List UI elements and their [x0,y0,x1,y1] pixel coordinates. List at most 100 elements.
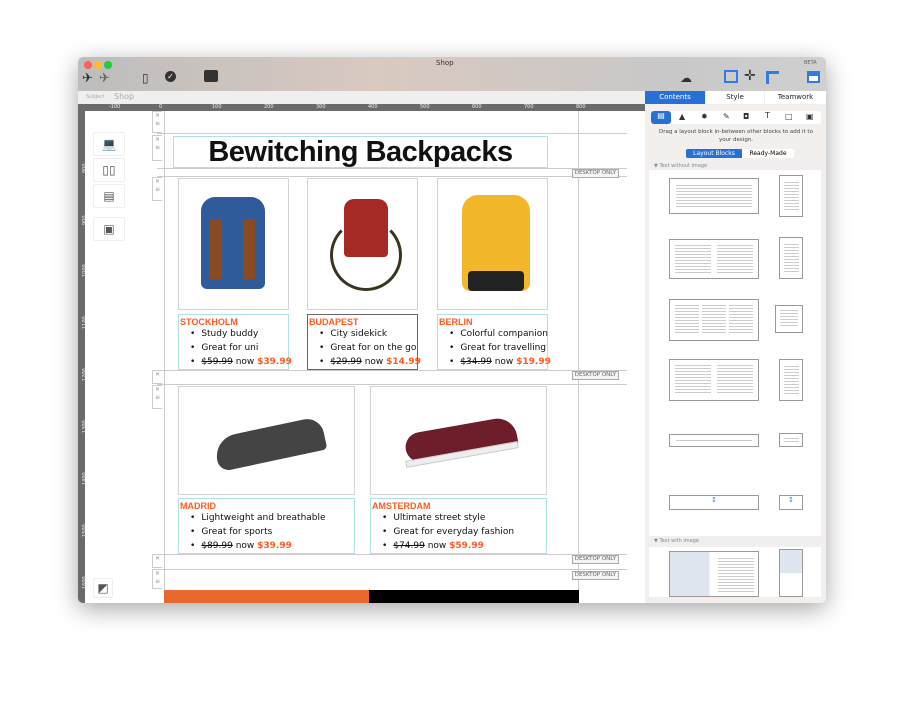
document-view-button[interactable]: ▤ [93,184,125,208]
new-price: $14.99 [386,357,421,367]
product-image-berlin[interactable] [437,178,548,310]
spacer-thumb[interactable]: ↕ [669,495,759,510]
subject-label: Subject [86,94,105,100]
publish-icon[interactable]: ✈ [99,71,110,86]
feature: Colorful companion [449,327,548,341]
layout-thumb[interactable] [779,433,803,447]
block-handle[interactable]: ✕ ≡ [152,135,162,161]
black-banner-block[interactable] [369,590,579,603]
product-image-budapest[interactable] [307,178,418,310]
layout-thumb[interactable] [779,237,803,279]
blocks-list[interactable]: ▼ Text without image ↕ ↕ ▼ Text with ima… [649,161,821,545]
now-label: now [364,357,384,367]
close-button[interactable] [84,61,92,69]
segment-layout-blocks[interactable]: Layout Blocks [686,149,742,158]
tab-style[interactable]: Style [706,91,764,104]
product-card-madrid[interactable]: MADRID Lightweight and breathableGreat f… [178,498,355,554]
block-handle[interactable]: ✕ ≡ [152,569,162,589]
layout-thumb[interactable] [669,299,759,341]
block-handle[interactable]: ✕ [152,370,162,384]
layout-thumb[interactable] [779,175,803,217]
layout-thumb[interactable] [669,551,759,597]
layout-icon[interactable] [724,70,738,83]
mobile-view-button[interactable]: ▯▯ [93,158,125,182]
feature: Great for everyday fashion [382,525,546,539]
desktop-view-button[interactable]: 💻 [93,132,125,156]
old-price: $74.99 [393,541,425,551]
layers-button[interactable]: ◩ [93,578,113,598]
pen-icon[interactable]: ✎ [723,112,730,121]
zoom-button[interactable] [104,61,112,69]
preview-icon[interactable]: ✈ [82,71,93,86]
gear-icon[interactable]: ✹ [701,112,708,121]
segment-ready-made[interactable]: Ready-Made [742,149,794,158]
ruler-icon[interactable] [766,71,779,84]
block-handle[interactable]: ✕ ≡ [152,177,162,201]
product-card-budapest[interactable]: BUDAPEST City sidekickGreat for on the g… [307,314,421,370]
app-window: Shop BETA ✈ ✈ ▯ ✓ ☁ ✛ Subject Shop -100 … [78,57,826,603]
image-icon[interactable]: ▣ [806,112,814,121]
spacer-thumb[interactable]: ↕ [779,495,803,510]
horizontal-ruler: -100 0 100 200 300 400 500 600 700 800 [78,104,645,111]
block-handle[interactable]: ✕ ≡ [152,385,162,409]
move-icon[interactable]: ✛ [744,68,756,84]
box-icon[interactable]: □ [785,112,793,121]
cloud-icon[interactable]: ☁ [680,71,692,85]
layout-thumb[interactable] [775,305,803,333]
triangle-icon[interactable]: ▲ [679,112,685,121]
devices-icon[interactable]: ▯ [142,71,149,85]
product-image-amsterdam[interactable] [370,386,547,495]
layout-thumb[interactable] [669,178,759,214]
product-city: MADRID [180,501,216,511]
layout-thumb[interactable] [669,359,759,401]
tab-teamwork[interactable]: Teamwork [765,91,826,104]
desktop-only-badge: DESKTOP ONLY [571,169,619,178]
design-canvas[interactable]: 💻 ▯▯ ▤ ▣ ◩ ✕ ≡ ✕ ≡ ✕ ≡ ✕ ✕ ≡ ✕ ✕ ≡ Bewitching… [85,111,645,603]
layout-thumb[interactable] [779,549,803,597]
hint-text: Drag a layout block in-between other blo… [659,129,813,143]
product-image-stockholm[interactable] [178,178,289,310]
feature: Great for uni [190,341,288,355]
tab-contents[interactable]: Contents [645,91,705,104]
layout-thumb[interactable] [669,434,759,447]
block-handle[interactable]: ✕ ≡ [152,111,162,133]
product-card-amsterdam[interactable]: AMSTERDAM Ultimate street styleGreat for… [370,498,547,554]
feature: Great for sports [190,525,354,539]
section-header[interactable]: ▼ Text with image [649,536,821,545]
orange-banner-block[interactable] [164,590,369,603]
chat-icon[interactable] [204,70,218,82]
check-icon[interactable]: ✓ [165,71,176,82]
text-icon[interactable]: T [765,111,770,120]
product-card-berlin[interactable]: BERLIN Colorful companionGreat for trave… [437,314,551,370]
sidebar-toggle-icon[interactable] [807,71,820,83]
product-image-madrid[interactable] [178,386,355,495]
subject-input[interactable]: Shop [114,92,134,101]
template-view-button[interactable]: ▣ [93,217,125,241]
new-price: $59.99 [449,541,484,551]
layout-thumb[interactable] [669,239,759,279]
feature: Ultimate street style [382,511,546,525]
now-label: now [235,357,255,367]
minimize-button[interactable] [94,61,102,69]
old-price: $89.99 [201,541,233,551]
feature: City sidekick [319,327,417,341]
layout-block-icon[interactable]: ▤ [651,111,671,124]
text-with-image-list[interactable] [649,547,821,597]
block-handle[interactable]: ✕ [152,554,162,568]
feature: Great for on the go [319,341,417,355]
product-city: BUDAPEST [309,317,359,327]
section-header[interactable]: ▼ Text without image [649,161,821,170]
old-price: $34.99 [460,357,492,367]
old-price: $29.99 [330,357,362,367]
new-price: $19.99 [516,357,551,367]
page-title[interactable]: Bewitching Backpacks [173,136,548,168]
sidebar: Contents Style Teamwork ▤ ▲ ✹ ✎ ◘ T □ ▣ … [645,91,826,603]
block-type-toolbar: ▤ ▲ ✹ ✎ ◘ T □ ▣ [651,111,821,124]
layout-thumb[interactable] [779,359,803,401]
camera-icon[interactable]: ◘ [743,112,749,121]
product-card-stockholm[interactable]: STOCKHOLM Study buddyGreat for uni $59.9… [178,314,292,370]
desktop-only-badge: DESKTOP ONLY [571,555,619,564]
desktop-only-badge: DESKTOP ONLY [571,571,619,580]
window-title: Shop [436,59,454,67]
new-price: $39.99 [257,541,292,551]
